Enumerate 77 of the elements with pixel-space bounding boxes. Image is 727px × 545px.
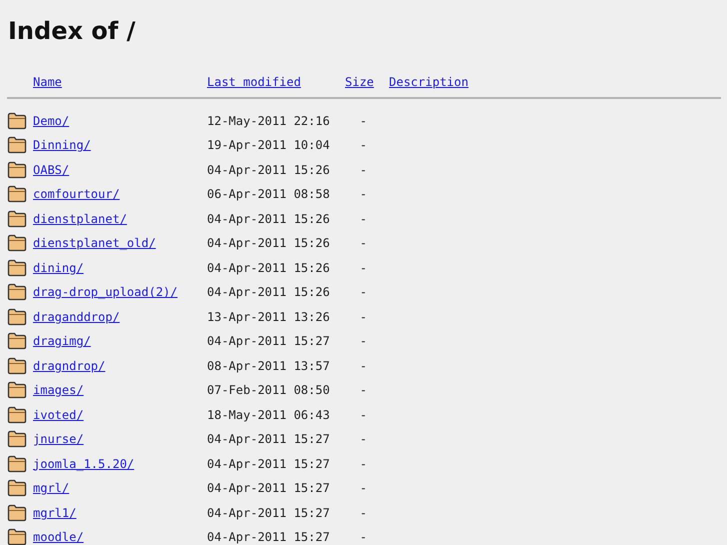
modified-date: 19-Apr-2011 10:04 xyxy=(207,137,331,154)
file-size: - xyxy=(358,358,368,375)
modified-date: 12-May-2011 22:16 xyxy=(207,112,331,130)
file-size: - xyxy=(358,529,368,545)
file-size: - xyxy=(358,308,368,326)
modified-date: 04-Apr-2011 15:26 xyxy=(207,235,331,252)
folder-icon xyxy=(7,504,27,522)
folder-icon xyxy=(7,136,27,154)
folder-icon xyxy=(7,454,27,473)
modified-date: 04-Apr-2011 15:26 xyxy=(207,210,331,228)
modified-date: 04-Apr-2011 15:26 xyxy=(207,284,331,302)
modified-date: 04-Apr-2011 15:26 xyxy=(207,260,331,277)
name-column-link[interactable]: Name xyxy=(33,75,62,90)
file-size: - xyxy=(358,162,368,179)
folder-link[interactable]: mgrl/ xyxy=(33,481,70,496)
folder-icon xyxy=(7,234,27,252)
page-title: Index of / xyxy=(7,16,136,47)
folder-icon xyxy=(7,185,27,204)
folder-icon xyxy=(7,356,27,375)
size-column-link[interactable]: Size xyxy=(345,75,374,90)
folder-icon xyxy=(7,258,27,277)
folder-link[interactable]: joomla_1.5.20/ xyxy=(33,456,134,471)
modified-date: 04-Apr-2011 15:26 xyxy=(207,162,331,179)
file-size: - xyxy=(358,235,368,252)
file-size: - xyxy=(358,260,368,277)
folder-link[interactable]: moodle/ xyxy=(33,530,84,544)
folder-link[interactable]: dragimg/ xyxy=(33,334,91,348)
file-size: - xyxy=(358,210,368,228)
folder-icon xyxy=(7,283,27,302)
folder-icon xyxy=(7,479,27,498)
file-size: - xyxy=(358,431,368,448)
file-size: - xyxy=(358,284,368,302)
folder-icon xyxy=(7,528,27,545)
folder-link[interactable]: comfourtour/ xyxy=(33,187,120,202)
folder-icon xyxy=(7,210,27,228)
folder-link[interactable]: OABS/ xyxy=(33,162,70,177)
modified-date: 04-Apr-2011 15:27 xyxy=(207,529,331,545)
folder-link[interactable]: jnurse/ xyxy=(33,432,84,446)
file-size: - xyxy=(358,456,368,473)
file-size: - xyxy=(358,333,368,350)
folder-link[interactable]: ivoted/ xyxy=(33,408,84,422)
folder-icon xyxy=(7,332,27,350)
folder-link[interactable]: dragndrop/ xyxy=(33,358,106,373)
modified-date: 07-Feb-2011 08:50 xyxy=(207,382,331,400)
modified-date: 13-Apr-2011 13:26 xyxy=(207,308,331,326)
folder-link[interactable]: draganddrop/ xyxy=(33,310,120,324)
folder-icon xyxy=(7,381,27,400)
folder-link[interactable]: drag-drop_upload(2)/ xyxy=(33,285,178,300)
file-size: - xyxy=(358,406,368,424)
folder-icon xyxy=(7,430,27,448)
modified-date: 06-Apr-2011 08:58 xyxy=(207,186,331,204)
folder-link[interactable]: mgrl1/ xyxy=(33,506,76,520)
file-size: - xyxy=(358,137,368,154)
file-size: - xyxy=(358,480,368,498)
file-size: - xyxy=(358,112,368,130)
file-size: - xyxy=(358,186,368,204)
folder-link[interactable]: dining/ xyxy=(33,260,84,275)
modified-date: 04-Apr-2011 15:27 xyxy=(207,333,331,350)
modified-column-link[interactable]: Last modified xyxy=(207,75,301,90)
folder-icon xyxy=(7,160,27,179)
folder-icon xyxy=(7,308,27,326)
folder-link[interactable]: dienstplanet/ xyxy=(33,212,127,226)
folder-link[interactable]: images/ xyxy=(33,383,84,398)
file-size: - xyxy=(358,382,368,400)
folder-icon xyxy=(7,406,27,424)
description-column-link[interactable]: Description xyxy=(389,75,468,90)
modified-date: 18-May-2011 06:43 xyxy=(207,406,331,424)
folder-link[interactable]: Demo/ xyxy=(33,114,70,128)
folder-icon xyxy=(7,112,27,130)
folder-link[interactable]: Dinning/ xyxy=(33,138,91,152)
modified-date: 04-Apr-2011 15:27 xyxy=(207,431,331,448)
folder-link[interactable]: dienstplanet_old/ xyxy=(33,236,156,250)
file-size: - xyxy=(358,504,368,522)
modified-date: 08-Apr-2011 13:57 xyxy=(207,358,331,375)
modified-date: 04-Apr-2011 15:27 xyxy=(207,504,331,522)
modified-date: 04-Apr-2011 15:27 xyxy=(207,480,331,498)
modified-date: 04-Apr-2011 15:27 xyxy=(207,456,331,473)
